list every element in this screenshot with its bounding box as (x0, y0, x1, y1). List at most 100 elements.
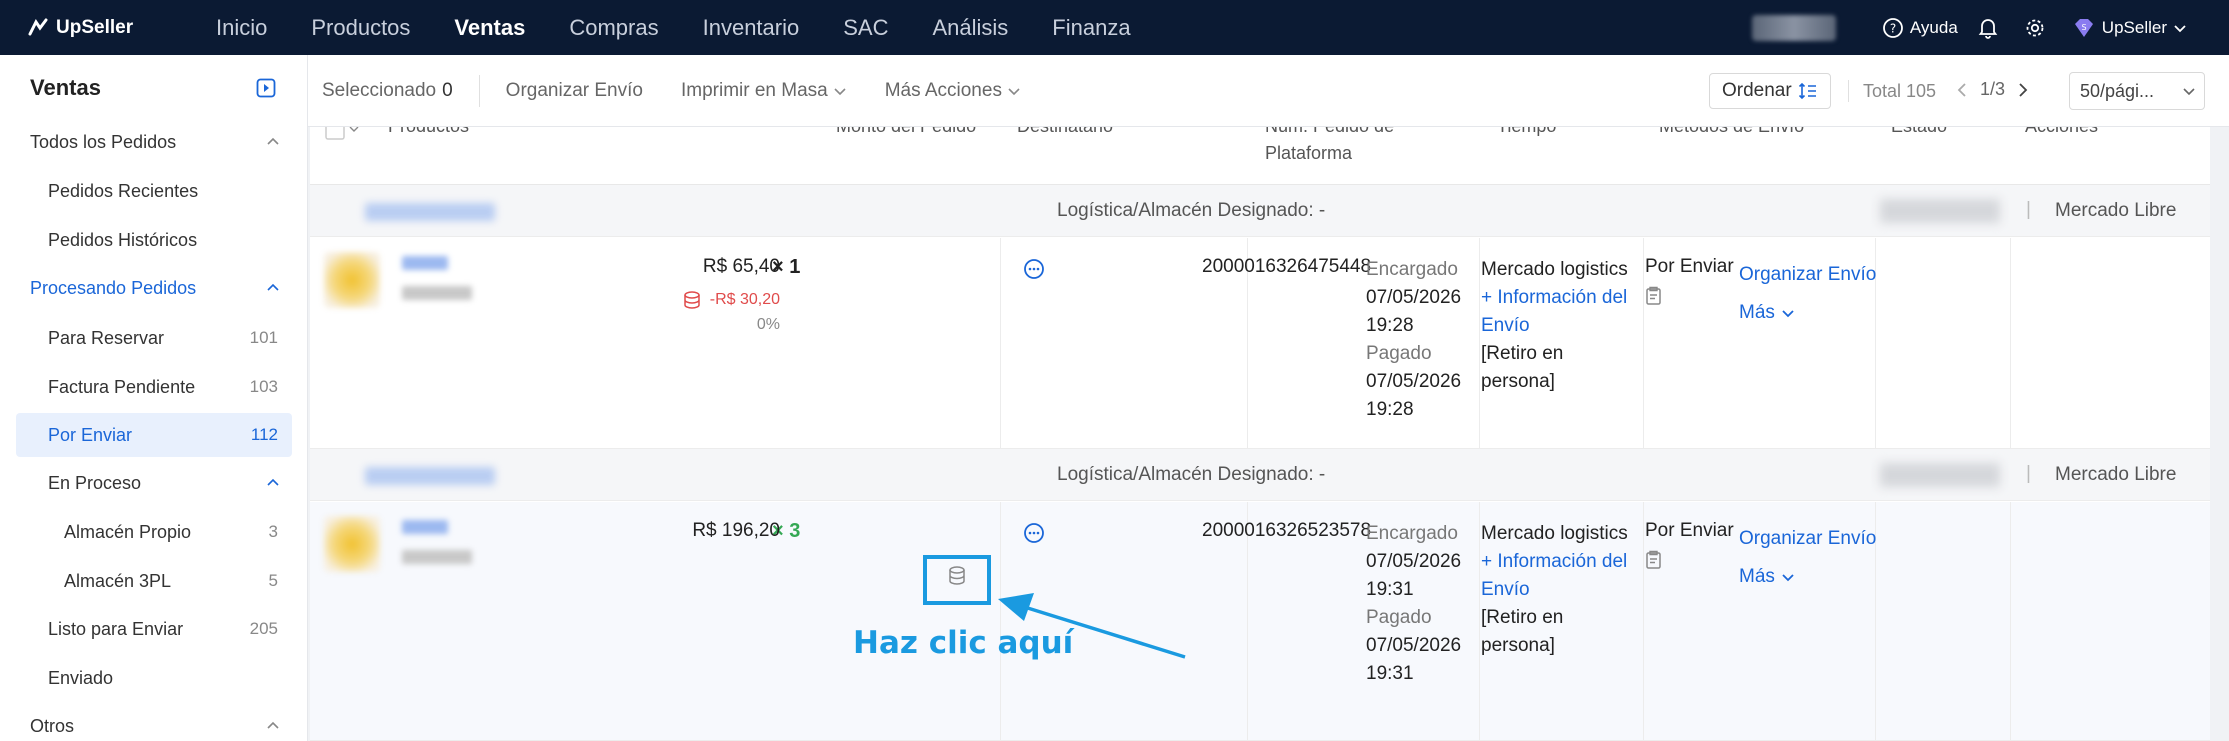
page-size-value: 50/pági... (2080, 80, 2155, 101)
sort-label: Ordenar (1722, 80, 1792, 101)
table-row: × 1 R$ 65,40 -R$ 30,20 0% 20000163264754… (310, 238, 2210, 449)
help-button[interactable]: ? Ayuda (1882, 17, 1958, 39)
product-thumbnail[interactable] (324, 252, 380, 308)
sidebar-item-enviado[interactable]: Enviado (16, 656, 292, 700)
user-menu[interactable]: S UpSeller (2072, 17, 2193, 39)
platform-order-number: 2000016326523578 (1202, 520, 1372, 541)
discount-amount: -R$ 30,20 (709, 291, 780, 308)
sidebar-item-para-reservar[interactable]: Para Reservar 101 (16, 316, 292, 360)
page-indicator: 1/3 (1980, 79, 2006, 99)
diamond-badge-icon: S (2074, 18, 2093, 37)
sidebar-item-en-proceso[interactable]: En Proceso (16, 461, 292, 505)
nav-productos[interactable]: Productos (289, 0, 432, 55)
chevron-down-icon (1008, 87, 1020, 95)
document-icon[interactable] (1645, 286, 1663, 306)
nav-inicio[interactable]: Inicio (194, 0, 289, 55)
header-recipient: Destinatario (1017, 127, 1113, 171)
product-name-blurred[interactable] (402, 520, 448, 534)
sidebar-item-pedidos-historicos[interactable]: Pedidos Históricos (16, 218, 292, 262)
blurred-shop-id (1880, 463, 2000, 487)
organize-shipping-link[interactable]: Organizar Envío (1739, 520, 1876, 558)
sidebar-item-otros[interactable]: Otros (16, 704, 292, 741)
shipping-info-link[interactable]: + Información del Envío (1481, 284, 1631, 340)
shipping-info-link[interactable]: + Información del Envío (1481, 548, 1631, 604)
prev-page-icon[interactable] (1956, 81, 1968, 99)
sidebar-item-procesando-pedidos[interactable]: Procesando Pedidos (16, 266, 292, 310)
nav-finanza[interactable]: Finanza (1030, 0, 1152, 55)
sidebar-item-label: Factura Pendiente (48, 376, 196, 397)
status-text: Por Enviar (1645, 256, 1734, 277)
more-actions-link[interactable]: Más (1739, 294, 1876, 332)
more-label: Más (1739, 566, 1775, 587)
header-actions: Acciones (2025, 127, 2098, 171)
page-size-select[interactable]: 50/pági... (2069, 72, 2205, 110)
chat-recipient-button[interactable] (1023, 522, 1045, 550)
sidebar-item-factura-pendiente[interactable]: Factura Pendiente 103 (16, 365, 292, 409)
designated-logistics: Logística/Almacén Designado: - (1057, 464, 1326, 485)
organize-shipping-button[interactable]: Organizar Envío (506, 80, 643, 102)
product-thumbnail[interactable] (324, 516, 380, 572)
ordered-time: 19:28 (1366, 315, 1414, 336)
more-actions-dropdown[interactable]: Más Acciones (885, 80, 1021, 102)
nav-compras[interactable]: Compras (547, 0, 680, 55)
bulk-print-dropdown[interactable]: Imprimir en Masa (681, 80, 847, 102)
chat-recipient-button[interactable] (1023, 258, 1045, 286)
document-icon[interactable] (1645, 550, 1663, 570)
next-page-icon[interactable] (2017, 81, 2029, 99)
sidebar-item-count: 5 (268, 571, 278, 590)
order-amount: R$ 65,40 (702, 256, 780, 277)
organize-shipping-link[interactable]: Organizar Envío (1739, 256, 1876, 294)
select-all-checkbox[interactable] (324, 127, 360, 171)
column-divider (2010, 238, 2011, 448)
column-divider (1000, 238, 1001, 448)
product-sku-blurred (402, 550, 472, 564)
checkbox-icon (325, 127, 359, 140)
header-status: Estado (1891, 127, 1947, 171)
ordered-label: Encargado (1366, 259, 1458, 280)
order-group-header: Logística/Almacén Designado: - | Mercado… (310, 185, 2210, 237)
platform-name: Mercado Libre (2055, 200, 2177, 221)
notifications-button[interactable] (1978, 17, 2004, 39)
sidebar-item-count: 3 (268, 522, 278, 541)
svg-text:S: S (2081, 23, 2086, 32)
paid-time: 19:28 (1366, 399, 1414, 420)
nav-inventario[interactable]: Inventario (681, 0, 822, 55)
upseller-logo-icon (28, 18, 48, 35)
chevron-down-icon (2183, 88, 2195, 96)
ordered-date: 07/05/2026 (1366, 551, 1462, 572)
sidebar-item-listo-para-enviar[interactable]: Listo para Enviar 205 (16, 607, 292, 651)
shipping-type: [Retiro en persona] (1481, 343, 1564, 392)
product-name-blurred[interactable] (402, 256, 448, 270)
coins-icon[interactable] (682, 290, 702, 310)
collapse-sidebar-icon[interactable] (256, 78, 276, 98)
sidebar-item-label: Otros (30, 715, 75, 736)
svg-text:?: ? (1890, 21, 1896, 35)
nav-sac[interactable]: SAC (821, 0, 910, 55)
user-name: UpSeller (2101, 17, 2167, 37)
sidebar-item-por-enviar[interactable]: Por Enviar 112 (16, 413, 292, 457)
column-divider (1479, 238, 1480, 448)
column-divider (2010, 502, 2011, 740)
order-status: Por Enviar (1645, 520, 1734, 570)
sidebar-item-label: Para Reservar (48, 327, 165, 348)
sidebar-item-label: En Proceso (48, 472, 142, 493)
nav-ventas[interactable]: Ventas (432, 0, 547, 55)
sidebar-item-pedidos-recientes[interactable]: Pedidos Recientes (16, 169, 292, 213)
nav-analisis[interactable]: Análisis (910, 0, 1030, 55)
brand-logo[interactable]: UpSeller (26, 16, 176, 40)
header-time: Tiempo (1497, 127, 1556, 171)
blurred-store-name (365, 467, 495, 485)
settings-button[interactable] (2024, 17, 2052, 39)
sidebar-item-count: 205 (249, 619, 278, 638)
sidebar-item-almacen-propio[interactable]: Almacén Propio 3 (16, 510, 292, 554)
sidebar-item-almacen-3pl[interactable]: Almacén 3PL 5 (16, 559, 292, 603)
sidebar-item-label: Procesando Pedidos (30, 277, 197, 298)
sidebar-item-todos-los-pedidos[interactable]: Todos los Pedidos (16, 120, 292, 164)
selected-label: Seleccionado (322, 79, 437, 101)
designated-logistics: Logística/Almacén Designado: - (1057, 200, 1326, 221)
sort-button[interactable]: Ordenar (1709, 73, 1831, 109)
coins-icon[interactable] (946, 565, 968, 587)
order-times: Encargado 07/05/2026 19:31 Pagado 07/05/… (1366, 520, 1466, 688)
sidebar-item-label: Almacén Propio (64, 521, 192, 542)
more-actions-link[interactable]: Más (1739, 558, 1876, 596)
